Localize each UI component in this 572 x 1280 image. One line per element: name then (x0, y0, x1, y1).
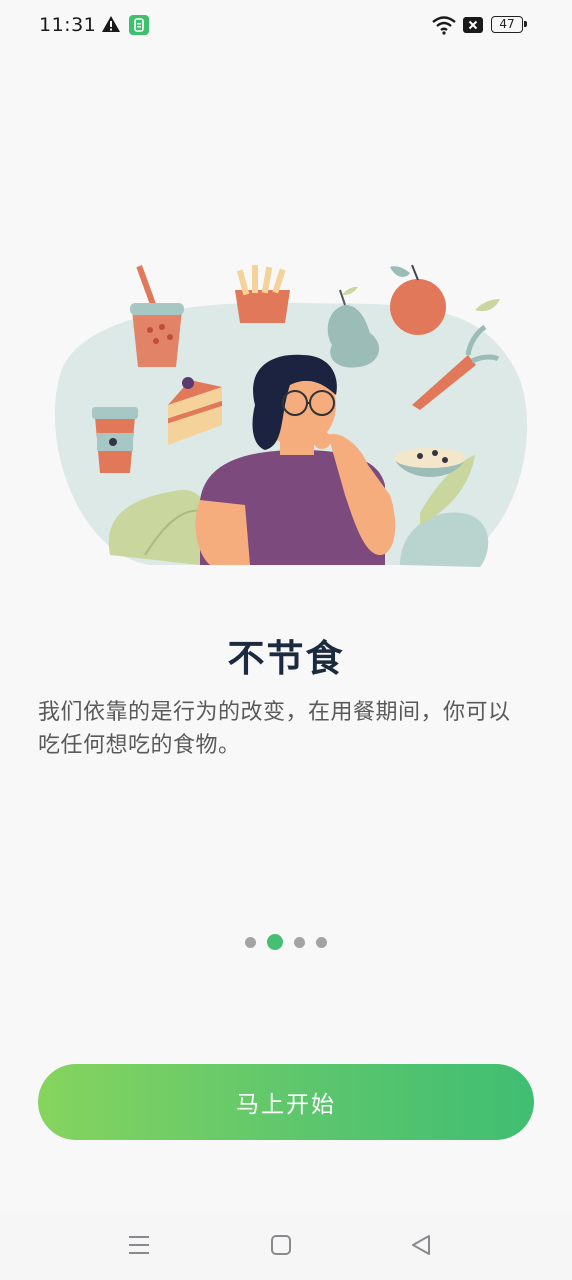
onboarding-description: 我们依靠的是行为的改变，在用餐期间，你可以吃任何想吃的食物。 (38, 700, 511, 758)
battery-icon: 47 (491, 16, 527, 33)
page-indicator-dot (294, 936, 305, 948)
system-navigation-bar (0, 1210, 572, 1280)
page-indicator-dot (245, 936, 256, 948)
x-icon (463, 17, 483, 37)
start-now-button[interactable]: 马上开始 (38, 1064, 534, 1140)
onboarding-title: 不节食 (227, 637, 345, 680)
page-indicator-dot (316, 936, 327, 948)
app-notification-icon (129, 15, 149, 39)
page-indicator-dot-active (267, 934, 283, 950)
page-indicator (0, 934, 572, 950)
onboarding-illustration (40, 255, 530, 575)
wifi-icon (432, 15, 456, 39)
home-icon[interactable] (270, 1234, 292, 1260)
onboarding-screen: 11:31 47 不节食 我们依靠的是行为的改变，在用餐期间，你可以吃任何想吃的… (0, 0, 572, 1280)
menu-icon[interactable] (128, 1234, 150, 1260)
back-icon[interactable] (410, 1234, 432, 1260)
status-bar: 11:31 47 (0, 0, 572, 52)
status-time: 11:31 (39, 14, 97, 36)
warning-icon (101, 15, 121, 37)
